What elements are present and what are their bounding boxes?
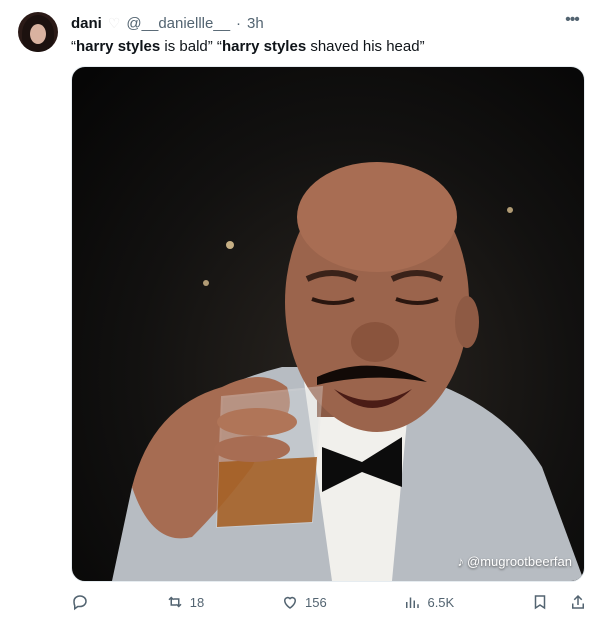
avatar[interactable] (18, 12, 58, 52)
bold-text-2: harry styles (221, 38, 307, 55)
like-button[interactable]: 156 (281, 593, 327, 611)
tiktok-icon: ♪ (457, 554, 465, 569)
right-actions (531, 593, 587, 611)
share-icon (571, 594, 584, 609)
more-options-button[interactable]: ••• (562, 10, 582, 30)
watermark: ♪ @mugrootbeerfan (458, 554, 572, 569)
reply-icon (73, 595, 87, 611)
retweet-button[interactable]: 18 (166, 593, 204, 611)
tweet-image[interactable]: ♪ @mugrootbeerfan (71, 66, 585, 582)
tweet-header: dani ♡ @__daniellle__ · 3h (71, 13, 582, 33)
tweet-text: “harry styles is bald” “harry styles sha… (71, 37, 582, 57)
text-1: is bald” (160, 38, 213, 55)
bookmark-button[interactable] (531, 593, 549, 611)
photo-illustration (112, 162, 584, 581)
like-count: 156 (305, 594, 327, 610)
views-count: 6.5K (427, 594, 455, 610)
views-chart-icon (406, 597, 420, 608)
tweet-time[interactable]: 3h (247, 15, 264, 32)
quote-mark: “ (212, 38, 222, 55)
watermark-text: @mugrootbeerfan (467, 554, 572, 569)
bookmark-icon (534, 595, 546, 610)
author-handle[interactable]: @__daniellle__ (126, 15, 230, 32)
share-button[interactable] (569, 593, 587, 611)
white-heart-icon: ♡ (107, 14, 121, 31)
views-button[interactable]: 6.5K (403, 593, 454, 611)
retweet-icon (168, 596, 182, 608)
author-name[interactable]: dani (71, 15, 102, 32)
retweet-count: 18 (189, 594, 205, 610)
bold-text-1: harry styles (76, 38, 161, 55)
heart-icon (283, 596, 297, 609)
avatar-face (30, 24, 46, 44)
tweet-actions: 18 156 6.5K (71, 592, 587, 612)
separator-dot: · (236, 14, 242, 32)
reply-button[interactable] (71, 593, 89, 611)
text-2: shaved his head” (306, 38, 425, 55)
more-horizontal-icon: ••• (565, 11, 580, 28)
